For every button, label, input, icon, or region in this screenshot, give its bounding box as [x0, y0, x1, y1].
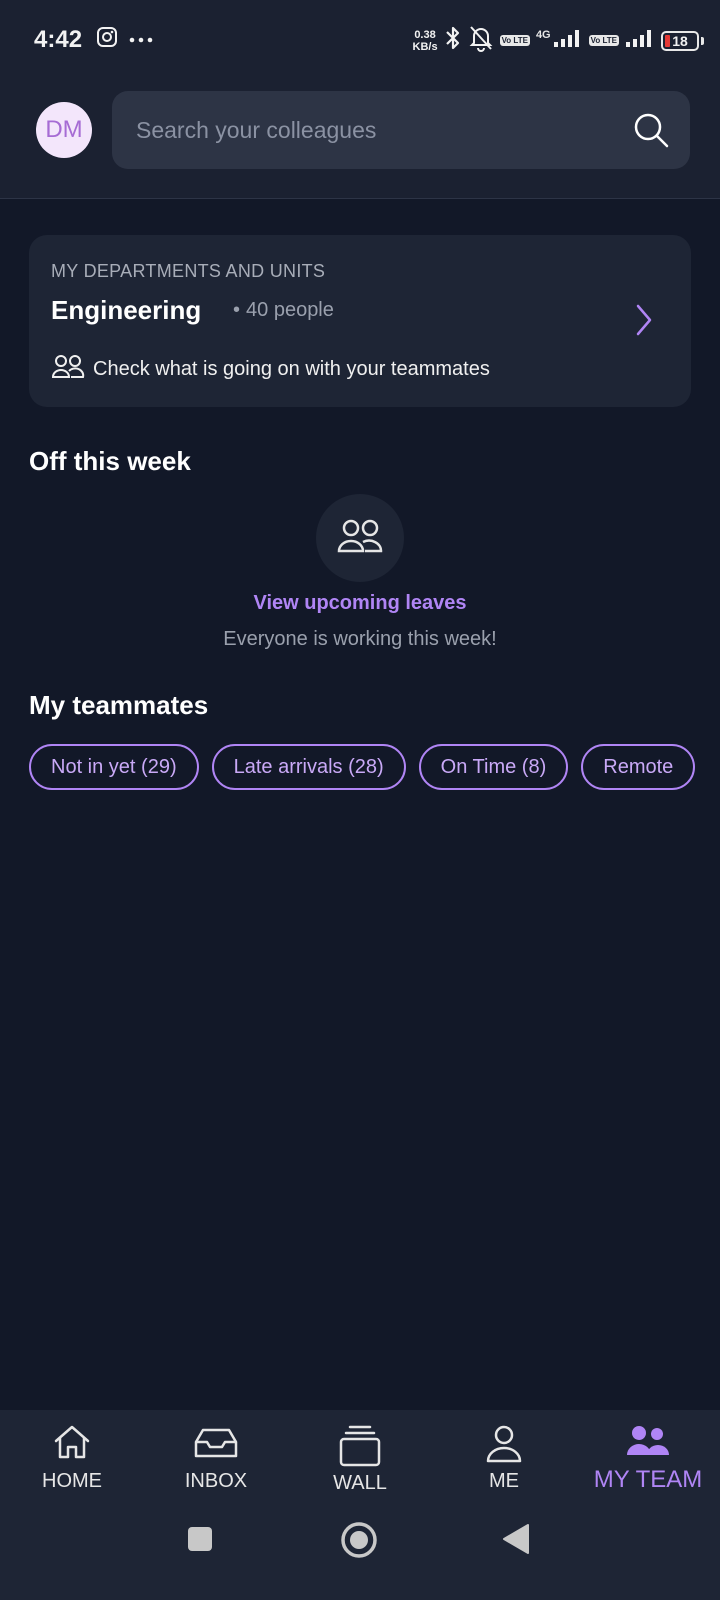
nav-home[interactable]: HOME — [0, 1424, 144, 1493]
avatar[interactable]: DM — [36, 102, 92, 158]
department-name: Engineering — [51, 295, 202, 325]
signal-icon-2 — [625, 28, 655, 53]
app-header: DM Search your colleagues — [0, 82, 720, 199]
signal-icon — [553, 28, 583, 53]
people-icon — [51, 353, 85, 385]
teammate-filter-chips: Not in yet (29) Late arrivals (28) On Time… — [29, 744, 720, 792]
department-kicker: MY DEPARTMENTS AND UNITS — [51, 261, 326, 281]
nav-me[interactable]: ME — [432, 1424, 576, 1493]
team-icon — [576, 1424, 720, 1458]
recent-apps-button[interactable] — [186, 1525, 214, 1558]
home-icon — [0, 1424, 144, 1460]
view-upcoming-leaves-link[interactable]: View upcoming leaves — [0, 592, 720, 615]
inbox-icon — [144, 1424, 288, 1460]
filter-chip-not-in-yet[interactable]: Not in yet (29) — [29, 744, 199, 790]
chevron-right-icon[interactable] — [635, 303, 653, 342]
wall-icon — [288, 1424, 432, 1468]
volte-badge-2: Vo LTE — [588, 35, 619, 46]
more-dots-icon — [128, 31, 154, 49]
department-count: • 40 people — [233, 299, 334, 321]
filter-chip-on-time[interactable]: On Time (8) — [418, 744, 569, 790]
search-placeholder: Search your colleagues — [136, 117, 377, 143]
nav-my-team[interactable]: MY TEAM — [576, 1424, 720, 1494]
back-triangle-button[interactable] — [502, 1523, 530, 1560]
bluetooth-icon — [444, 24, 462, 57]
nav-wall[interactable]: WALL — [288, 1424, 432, 1495]
people-icon — [336, 517, 384, 560]
search-input[interactable]: Search your colleagues — [112, 91, 690, 169]
battery-level: 18 — [672, 32, 688, 49]
home-circle-button[interactable] — [340, 1521, 378, 1564]
instagram-icon — [96, 26, 118, 53]
search-icon[interactable] — [632, 111, 670, 154]
net-speed: 0.38 KB/s — [412, 28, 438, 53]
battery-icon: 18 — [661, 30, 699, 51]
department-subtitle: Check what is going on with your teammat… — [51, 353, 490, 385]
person-icon — [432, 1424, 576, 1464]
volte-badge: Vo LTE — [499, 35, 530, 46]
status-bar: 4:42 0.38 KB/s Vo LTE 4G Vo LTE 18 — [0, 0, 720, 82]
filter-chip-late-arrivals[interactable]: Late arrivals (28) — [211, 744, 406, 790]
network-type: 4G — [535, 28, 551, 41]
status-time: 4:42 — [34, 26, 83, 53]
nav-inbox[interactable]: INBOX — [144, 1424, 288, 1493]
bottom-navigation: HOME INBOX WALL ME MY TEAM — [0, 1410, 720, 1600]
my-teammates-title: My teammates — [29, 690, 209, 720]
bell-off-icon — [468, 24, 494, 57]
leaves-icon-circle — [316, 494, 404, 582]
off-this-week-title: Off this week — [29, 446, 191, 476]
leaves-empty-note: Everyone is working this week! — [223, 628, 497, 650]
filter-chip-remote[interactable]: Remote — [581, 744, 696, 790]
department-card[interactable]: MY DEPARTMENTS AND UNITS Engineering • 40… — [29, 235, 691, 407]
